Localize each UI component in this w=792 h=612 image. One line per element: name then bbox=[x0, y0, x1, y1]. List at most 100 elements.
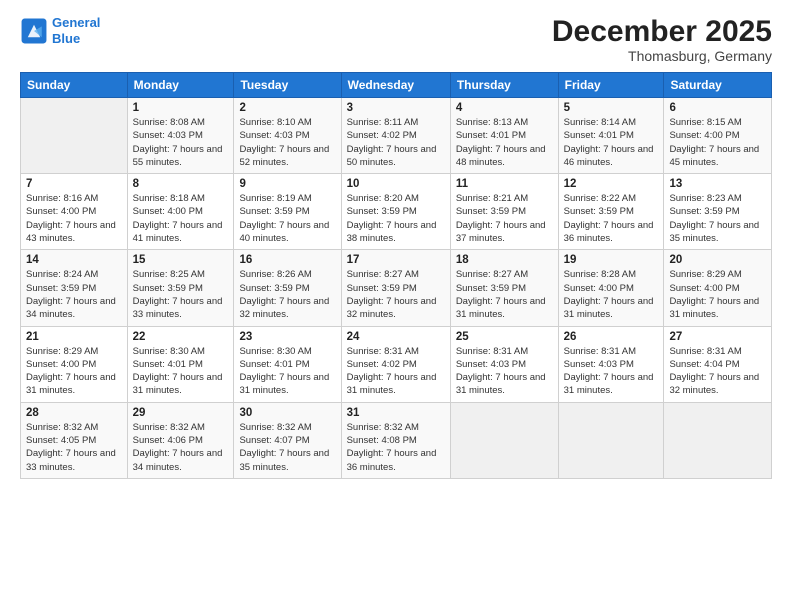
calendar-cell: 16Sunrise: 8:26 AMSunset: 3:59 PMDayligh… bbox=[234, 250, 341, 326]
calendar-cell bbox=[450, 402, 558, 478]
logo-text: General Blue bbox=[52, 15, 100, 46]
day-info: Sunrise: 8:32 AMSunset: 4:06 PMDaylight:… bbox=[133, 421, 229, 474]
page-container: General Blue December 2025 Thomasburg, G… bbox=[0, 0, 792, 612]
logo-line2: Blue bbox=[52, 31, 80, 46]
day-number: 27 bbox=[669, 331, 766, 343]
calendar-cell: 15 Sunrise: 8:25 AMSunset: 3:59 PMDayligh… bbox=[127, 250, 234, 326]
day-info: Sunrise: 8:16 AMSunset: 4:00 PMDaylight:… bbox=[26, 192, 122, 245]
day-info: Sunrise: 8:32 AMSunset: 4:08 PMDaylight:… bbox=[347, 421, 445, 474]
day-number: 23 bbox=[239, 331, 335, 343]
calendar-cell: 22 Sunrise: 8:30 AMSunset: 4:01 PMDayligh… bbox=[127, 326, 234, 402]
day-number: 11 bbox=[456, 178, 553, 190]
day-number: 29 bbox=[133, 407, 229, 419]
day-number: 24 bbox=[347, 331, 445, 343]
day-number: 14 bbox=[26, 254, 122, 266]
calendar-week-row: 14 Sunrise: 8:24 AMSunset: 3:59 PMDayligh… bbox=[21, 250, 772, 326]
day-info: Sunrise: 8:31 AMSunset: 4:02 PMDaylight:… bbox=[347, 345, 445, 398]
logo-icon bbox=[20, 17, 48, 45]
calendar-week-row: 21 Sunrise: 8:29 AMSunset: 4:00 PMDayligh… bbox=[21, 326, 772, 402]
calendar-cell: 31 Sunrise: 8:32 AMSunset: 4:08 PMDayligh… bbox=[341, 402, 450, 478]
day-number: 12 bbox=[564, 178, 659, 190]
day-number: 1 bbox=[133, 102, 229, 114]
calendar: Sunday Monday Tuesday Wednesday Thursday… bbox=[20, 72, 772, 479]
calendar-cell: 20Sunrise: 8:29 AMSunset: 4:00 PMDayligh… bbox=[664, 250, 772, 326]
calendar-cell: 24 Sunrise: 8:31 AMSunset: 4:02 PMDayligh… bbox=[341, 326, 450, 402]
day-number: 17 bbox=[347, 254, 445, 266]
calendar-cell: 8 Sunrise: 8:18 AMSunset: 4:00 PMDaylight… bbox=[127, 174, 234, 250]
header: General Blue December 2025 Thomasburg, G… bbox=[20, 15, 772, 64]
calendar-cell: 25Sunrise: 8:31 AMSunset: 4:03 PMDayligh… bbox=[450, 326, 558, 402]
day-number: 9 bbox=[239, 178, 335, 190]
day-number: 8 bbox=[133, 178, 229, 190]
day-info: Sunrise: 8:31 AMSunset: 4:03 PMDaylight:… bbox=[564, 345, 659, 398]
day-number: 21 bbox=[26, 331, 122, 343]
logo: General Blue bbox=[20, 15, 100, 46]
header-thursday: Thursday bbox=[450, 73, 558, 98]
calendar-cell: 11 Sunrise: 8:21 AMSunset: 3:59 PMDayligh… bbox=[450, 174, 558, 250]
calendar-cell: 7 Sunrise: 8:16 AMSunset: 4:00 PMDaylight… bbox=[21, 174, 128, 250]
day-info: Sunrise: 8:25 AMSunset: 3:59 PMDaylight:… bbox=[133, 268, 229, 321]
day-number: 20 bbox=[669, 254, 766, 266]
day-number: 28 bbox=[26, 407, 122, 419]
month-title: December 2025 bbox=[552, 15, 772, 48]
day-info: Sunrise: 8:08 AMSunset: 4:03 PMDaylight:… bbox=[133, 116, 229, 169]
calendar-cell: 12 Sunrise: 8:22 AMSunset: 3:59 PMDayligh… bbox=[558, 174, 664, 250]
day-info: Sunrise: 8:28 AMSunset: 4:00 PMDaylight:… bbox=[564, 268, 659, 321]
calendar-cell: 27 Sunrise: 8:31 AMSunset: 4:04 PMDayligh… bbox=[664, 326, 772, 402]
day-info: Sunrise: 8:27 AMSunset: 3:59 PMDaylight:… bbox=[456, 268, 553, 321]
day-info: Sunrise: 8:18 AMSunset: 4:00 PMDaylight:… bbox=[133, 192, 229, 245]
calendar-cell: 18 Sunrise: 8:27 AMSunset: 3:59 PMDayligh… bbox=[450, 250, 558, 326]
day-number: 3 bbox=[347, 102, 445, 114]
day-number: 25 bbox=[456, 331, 553, 343]
calendar-cell bbox=[664, 402, 772, 478]
day-info: Sunrise: 8:15 AMSunset: 4:00 PMDaylight:… bbox=[669, 116, 766, 169]
day-number: 18 bbox=[456, 254, 553, 266]
day-info: Sunrise: 8:31 AMSunset: 4:04 PMDaylight:… bbox=[669, 345, 766, 398]
calendar-week-row: 28 Sunrise: 8:32 AMSunset: 4:05 PMDayligh… bbox=[21, 402, 772, 478]
day-info: Sunrise: 8:30 AMSunset: 4:01 PMDaylight:… bbox=[239, 345, 335, 398]
day-number: 2 bbox=[239, 102, 335, 114]
day-info: Sunrise: 8:24 AMSunset: 3:59 PMDaylight:… bbox=[26, 268, 122, 321]
day-info: Sunrise: 8:32 AMSunset: 4:07 PMDaylight:… bbox=[239, 421, 335, 474]
calendar-cell: 1 Sunrise: 8:08 AMSunset: 4:03 PMDaylight… bbox=[127, 98, 234, 174]
header-wednesday: Wednesday bbox=[341, 73, 450, 98]
day-number: 22 bbox=[133, 331, 229, 343]
day-info: Sunrise: 8:20 AMSunset: 3:59 PMDaylight:… bbox=[347, 192, 445, 245]
day-number: 31 bbox=[347, 407, 445, 419]
calendar-cell: 29 Sunrise: 8:32 AMSunset: 4:06 PMDayligh… bbox=[127, 402, 234, 478]
day-info: Sunrise: 8:27 AMSunset: 3:59 PMDaylight:… bbox=[347, 268, 445, 321]
calendar-week-row: 1 Sunrise: 8:08 AMSunset: 4:03 PMDaylight… bbox=[21, 98, 772, 174]
title-block: December 2025 Thomasburg, Germany bbox=[552, 15, 772, 64]
calendar-cell: 30Sunrise: 8:32 AMSunset: 4:07 PMDayligh… bbox=[234, 402, 341, 478]
day-info: Sunrise: 8:19 AMSunset: 3:59 PMDaylight:… bbox=[239, 192, 335, 245]
day-number: 7 bbox=[26, 178, 122, 190]
day-info: Sunrise: 8:22 AMSunset: 3:59 PMDaylight:… bbox=[564, 192, 659, 245]
day-number: 4 bbox=[456, 102, 553, 114]
calendar-cell: 17 Sunrise: 8:27 AMSunset: 3:59 PMDayligh… bbox=[341, 250, 450, 326]
day-info: Sunrise: 8:30 AMSunset: 4:01 PMDaylight:… bbox=[133, 345, 229, 398]
calendar-cell: 9 Sunrise: 8:19 AMSunset: 3:59 PMDaylight… bbox=[234, 174, 341, 250]
calendar-header-row: Sunday Monday Tuesday Wednesday Thursday… bbox=[21, 73, 772, 98]
header-saturday: Saturday bbox=[664, 73, 772, 98]
day-info: Sunrise: 8:10 AMSunset: 4:03 PMDaylight:… bbox=[239, 116, 335, 169]
day-info: Sunrise: 8:11 AMSunset: 4:02 PMDaylight:… bbox=[347, 116, 445, 169]
day-number: 15 bbox=[133, 254, 229, 266]
header-sunday: Sunday bbox=[21, 73, 128, 98]
calendar-cell: 19 Sunrise: 8:28 AMSunset: 4:00 PMDayligh… bbox=[558, 250, 664, 326]
day-number: 19 bbox=[564, 254, 659, 266]
calendar-cell: 2 Sunrise: 8:10 AMSunset: 4:03 PMDaylight… bbox=[234, 98, 341, 174]
day-info: Sunrise: 8:21 AMSunset: 3:59 PMDaylight:… bbox=[456, 192, 553, 245]
calendar-week-row: 7 Sunrise: 8:16 AMSunset: 4:00 PMDaylight… bbox=[21, 174, 772, 250]
calendar-cell: 10Sunrise: 8:20 AMSunset: 3:59 PMDayligh… bbox=[341, 174, 450, 250]
day-info: Sunrise: 8:14 AMSunset: 4:01 PMDaylight:… bbox=[564, 116, 659, 169]
day-info: Sunrise: 8:29 AMSunset: 4:00 PMDaylight:… bbox=[26, 345, 122, 398]
calendar-cell: 6 Sunrise: 8:15 AMSunset: 4:00 PMDaylight… bbox=[664, 98, 772, 174]
day-number: 16 bbox=[239, 254, 335, 266]
calendar-cell: 21 Sunrise: 8:29 AMSunset: 4:00 PMDayligh… bbox=[21, 326, 128, 402]
day-number: 13 bbox=[669, 178, 766, 190]
calendar-cell bbox=[558, 402, 664, 478]
day-number: 6 bbox=[669, 102, 766, 114]
day-info: Sunrise: 8:32 AMSunset: 4:05 PMDaylight:… bbox=[26, 421, 122, 474]
header-tuesday: Tuesday bbox=[234, 73, 341, 98]
logo-line1: General bbox=[52, 15, 100, 30]
